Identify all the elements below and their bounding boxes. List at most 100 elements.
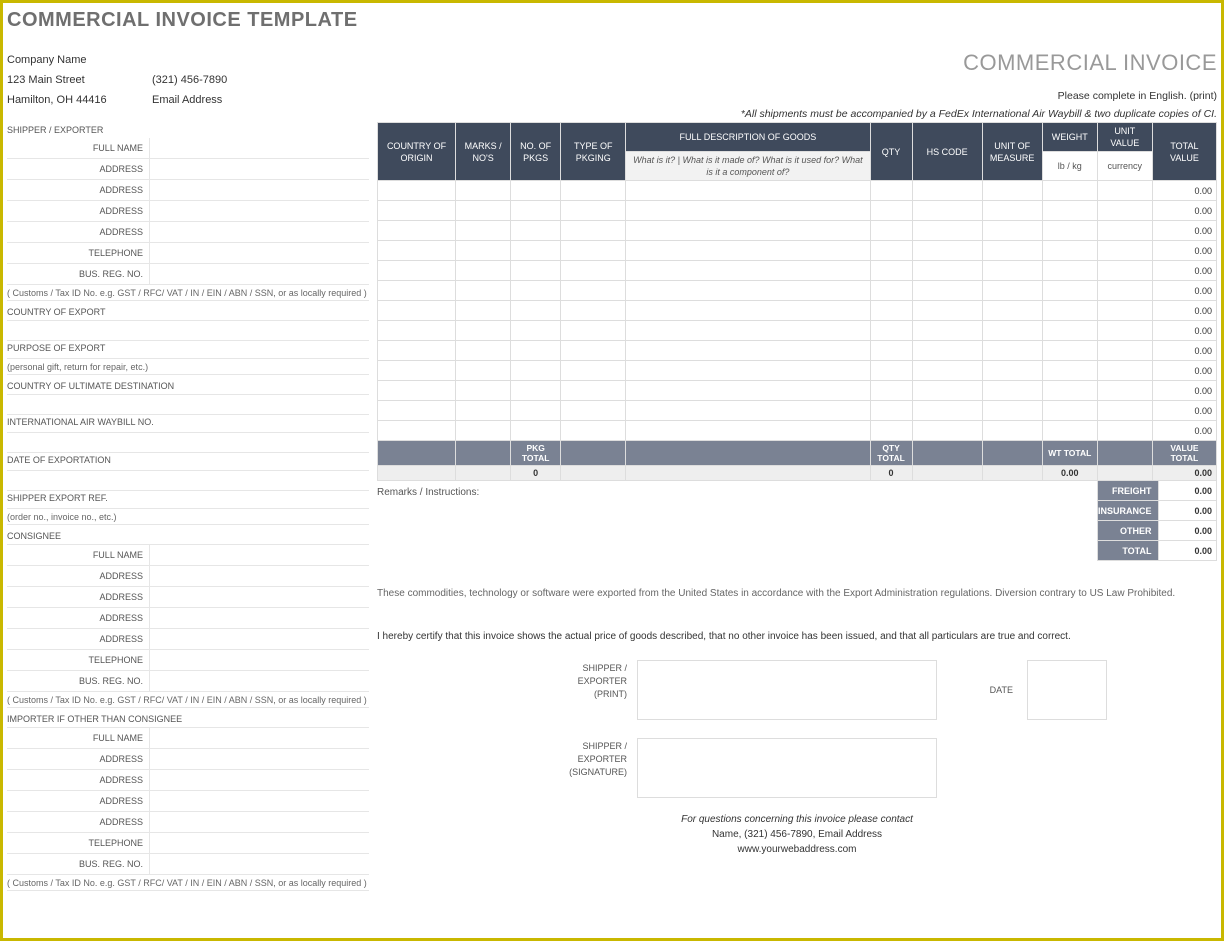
goods-cell[interactable] (982, 321, 1042, 341)
goods-cell[interactable] (456, 301, 511, 321)
field-full-name[interactable] (149, 138, 369, 158)
field-date-export[interactable] (7, 471, 369, 491)
field-country-dest[interactable] (7, 395, 369, 415)
goods-cell[interactable] (561, 321, 626, 341)
goods-cell[interactable] (456, 221, 511, 241)
goods-cell[interactable] (378, 221, 456, 241)
goods-cell[interactable] (1042, 381, 1097, 401)
goods-cell[interactable] (870, 281, 912, 301)
goods-cell[interactable] (378, 361, 456, 381)
goods-cell[interactable] (982, 181, 1042, 201)
goods-cell[interactable] (1097, 421, 1152, 441)
importer-address-2[interactable] (149, 770, 369, 790)
goods-cell[interactable] (1042, 281, 1097, 301)
goods-cell[interactable] (561, 281, 626, 301)
consignee-telephone[interactable] (149, 650, 369, 670)
goods-cell[interactable] (1097, 361, 1152, 381)
goods-cell[interactable] (870, 401, 912, 421)
goods-cell[interactable] (870, 221, 912, 241)
goods-cell[interactable] (912, 261, 982, 281)
goods-cell[interactable] (626, 361, 870, 381)
goods-cell[interactable] (1042, 241, 1097, 261)
importer-address-4[interactable] (149, 812, 369, 832)
goods-cell[interactable] (912, 201, 982, 221)
goods-cell[interactable] (982, 281, 1042, 301)
goods-cell[interactable] (1042, 201, 1097, 221)
goods-cell[interactable] (870, 261, 912, 281)
goods-cell[interactable] (456, 381, 511, 401)
consignee-address-3[interactable] (149, 608, 369, 628)
goods-cell[interactable] (870, 361, 912, 381)
goods-cell[interactable] (511, 321, 561, 341)
goods-cell[interactable] (561, 401, 626, 421)
goods-cell[interactable] (511, 221, 561, 241)
goods-cell[interactable] (1097, 381, 1152, 401)
goods-cell[interactable] (1042, 221, 1097, 241)
goods-cell[interactable] (1042, 361, 1097, 381)
goods-cell[interactable] (626, 321, 870, 341)
importer-bus-reg[interactable] (149, 854, 369, 874)
goods-cell[interactable] (870, 421, 912, 441)
goods-cell[interactable] (378, 241, 456, 261)
goods-cell[interactable] (511, 281, 561, 301)
goods-cell[interactable] (378, 181, 456, 201)
goods-cell[interactable] (378, 401, 456, 421)
goods-cell[interactable] (1042, 421, 1097, 441)
goods-cell[interactable] (511, 421, 561, 441)
goods-cell[interactable] (561, 301, 626, 321)
goods-cell[interactable] (870, 201, 912, 221)
goods-cell[interactable] (511, 401, 561, 421)
goods-cell[interactable] (626, 381, 870, 401)
goods-cell[interactable] (378, 281, 456, 301)
importer-full-name[interactable] (149, 728, 369, 748)
field-address-4[interactable] (149, 222, 369, 242)
goods-cell[interactable] (912, 401, 982, 421)
goods-cell[interactable] (561, 421, 626, 441)
sig-print-area[interactable] (637, 660, 937, 720)
goods-cell[interactable] (511, 361, 561, 381)
goods-cell[interactable] (378, 261, 456, 281)
importer-address-1[interactable] (149, 749, 369, 769)
goods-cell[interactable] (511, 381, 561, 401)
consignee-address-4[interactable] (149, 629, 369, 649)
goods-cell[interactable] (982, 381, 1042, 401)
goods-cell[interactable] (982, 421, 1042, 441)
goods-cell[interactable] (1097, 221, 1152, 241)
field-bus-reg[interactable] (149, 264, 369, 284)
goods-cell[interactable] (912, 241, 982, 261)
goods-cell[interactable] (1097, 281, 1152, 301)
goods-cell[interactable] (626, 421, 870, 441)
consignee-address-1[interactable] (149, 566, 369, 586)
goods-cell[interactable] (456, 181, 511, 201)
goods-cell[interactable] (626, 221, 870, 241)
goods-cell[interactable] (378, 341, 456, 361)
goods-cell[interactable] (456, 241, 511, 261)
goods-cell[interactable] (626, 301, 870, 321)
goods-cell[interactable] (912, 421, 982, 441)
consignee-full-name[interactable] (149, 545, 369, 565)
goods-cell[interactable] (1042, 261, 1097, 281)
goods-cell[interactable] (456, 401, 511, 421)
goods-cell[interactable] (870, 321, 912, 341)
sig-signature-area[interactable] (637, 738, 937, 798)
goods-cell[interactable] (626, 181, 870, 201)
field-telephone[interactable] (149, 243, 369, 263)
goods-cell[interactable] (561, 361, 626, 381)
goods-cell[interactable] (626, 401, 870, 421)
goods-cell[interactable] (982, 241, 1042, 261)
goods-cell[interactable] (378, 421, 456, 441)
goods-cell[interactable] (912, 381, 982, 401)
goods-cell[interactable] (378, 321, 456, 341)
date-area[interactable] (1027, 660, 1107, 720)
goods-cell[interactable] (1042, 321, 1097, 341)
goods-cell[interactable] (912, 221, 982, 241)
goods-cell[interactable] (1097, 181, 1152, 201)
goods-cell[interactable] (511, 241, 561, 261)
field-address-3[interactable] (149, 201, 369, 221)
goods-cell[interactable] (1042, 301, 1097, 321)
goods-cell[interactable] (561, 221, 626, 241)
goods-cell[interactable] (982, 341, 1042, 361)
goods-cell[interactable] (561, 341, 626, 361)
goods-cell[interactable] (626, 281, 870, 301)
goods-cell[interactable] (912, 321, 982, 341)
